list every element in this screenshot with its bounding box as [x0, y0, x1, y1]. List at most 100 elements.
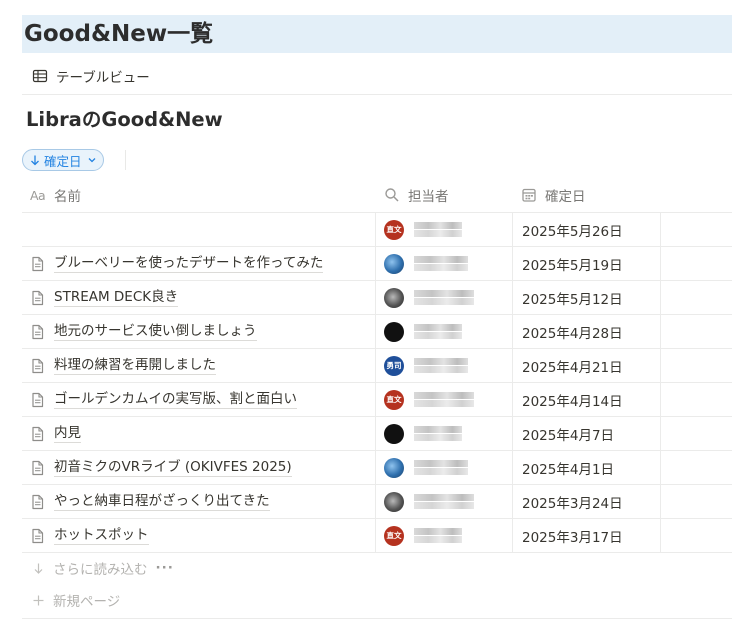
redacted-name [414, 290, 474, 305]
page-icon [32, 358, 44, 373]
assignee-cell[interactable]: 直文 [375, 213, 512, 246]
database-table: Aa 名前 担当者 確定日 直文 2025年5月26日ブルーベリーを使ったデザート… [22, 178, 732, 553]
avatar [384, 457, 404, 478]
date-value: 2025年3月17日 [522, 529, 623, 546]
avatar: 勇司 [384, 355, 404, 376]
name-cell[interactable]: STREAM DECK良き [22, 281, 375, 314]
date-value: 2025年5月26日 [522, 223, 623, 240]
date-value: 2025年3月24日 [522, 495, 623, 512]
page-title-link[interactable]: STREAM DECK良き [54, 289, 179, 307]
date-cell[interactable]: 2025年4月7日 [512, 417, 660, 450]
date-cell[interactable]: 2025年4月28日 [512, 315, 660, 348]
database-title[interactable]: LibraのGood&New [26, 106, 223, 134]
assignee-cell[interactable]: 直文 [375, 383, 512, 416]
avatar-initials: 直文 [386, 395, 402, 404]
assignee-cell[interactable] [375, 315, 512, 348]
empty-cell[interactable] [660, 519, 732, 552]
table-row[interactable]: 地元のサービス使い倒しましょう 2025年4月28日 [22, 315, 732, 349]
page-title-link[interactable]: ゴールデンカムイの実写版、割と面白い [54, 391, 297, 409]
date-cell[interactable]: 2025年4月14日 [512, 383, 660, 416]
calendar-icon [522, 188, 536, 202]
sort-chip[interactable]: 確定日 [22, 149, 104, 171]
view-tabs: テーブルビュー [22, 58, 732, 95]
date-value: 2025年4月14日 [522, 393, 623, 410]
empty-cell[interactable] [660, 451, 732, 484]
page-icon [32, 256, 44, 271]
date-cell[interactable]: 2025年5月26日 [512, 213, 660, 246]
redacted-name [414, 494, 474, 509]
name-cell[interactable]: ブルーベリーを使ったデザートを作ってみた [22, 247, 375, 280]
sort-label: 確定日 [44, 153, 82, 169]
redacted-name [414, 324, 462, 339]
name-cell[interactable]: ゴールデンカムイの実写版、割と面白い [22, 383, 375, 416]
new-page-button[interactable]: 新規ページ [22, 584, 732, 616]
more-options-icon[interactable]: ··· [156, 560, 174, 576]
date-cell[interactable]: 2025年5月12日 [512, 281, 660, 314]
name-cell[interactable]: 内見 [22, 417, 375, 450]
page-icon [32, 324, 44, 339]
empty-cell[interactable] [660, 383, 732, 416]
date-cell[interactable]: 2025年4月21日 [512, 349, 660, 382]
column-header-date[interactable]: 確定日 [512, 178, 660, 212]
view-tab-table[interactable]: テーブルビュー [32, 65, 150, 87]
date-value: 2025年4月21日 [522, 359, 623, 376]
page-title-link[interactable]: 料理の練習を再開しました [54, 357, 216, 375]
date-cell[interactable]: 2025年3月24日 [512, 485, 660, 518]
column-header-assignee[interactable]: 担当者 [375, 178, 512, 212]
table-row[interactable]: ホットスポット 直文 2025年3月17日 [22, 519, 732, 553]
assignee-cell[interactable] [375, 485, 512, 518]
name-cell[interactable]: ホットスポット [22, 519, 375, 552]
load-more-button[interactable]: さらに読み込む ··· [22, 552, 732, 584]
table-row[interactable]: 初音ミクのVRライブ (OKIVFES 2025) 2025年4月1日 [22, 451, 732, 485]
name-cell[interactable]: やっと納車日程がざっくり出てきた [22, 485, 375, 518]
date-cell[interactable]: 2025年5月19日 [512, 247, 660, 280]
table-row[interactable]: ゴールデンカムイの実写版、割と面白い 直文 2025年4月14日 [22, 383, 732, 417]
name-cell[interactable]: 地元のサービス使い倒しましょう [22, 315, 375, 348]
column-header-label: 担当者 [408, 189, 449, 205]
empty-cell[interactable] [660, 247, 732, 280]
name-cell[interactable]: 初音ミクのVRライブ (OKIVFES 2025) [22, 451, 375, 484]
assignee-cell[interactable]: 直文 [375, 519, 512, 552]
avatar: 直文 [384, 389, 404, 410]
empty-cell[interactable] [660, 281, 732, 314]
assignee-cell[interactable]: 勇司 [375, 349, 512, 382]
avatar [384, 287, 404, 308]
avatar-initials: 直文 [386, 531, 402, 540]
assignee-cell[interactable] [375, 281, 512, 314]
table-icon [32, 69, 48, 83]
page-title-link[interactable]: 地元のサービス使い倒しましょう [54, 323, 257, 341]
avatar-initials: 勇司 [386, 361, 402, 370]
table-row[interactable]: やっと納車日程がざっくり出てきた 2025年3月24日 [22, 485, 732, 519]
table-row[interactable]: 料理の練習を再開しました 勇司 2025年4月21日 [22, 349, 732, 383]
name-cell[interactable]: 料理の練習を再開しました [22, 349, 375, 382]
page-icon [32, 426, 44, 441]
table-row[interactable]: 直文 2025年5月26日 [22, 213, 732, 247]
empty-cell[interactable] [660, 213, 732, 246]
assignee-cell[interactable] [375, 247, 512, 280]
empty-cell[interactable] [660, 349, 732, 382]
name-cell[interactable] [22, 213, 375, 246]
avatar-initials: 直文 [386, 225, 402, 234]
page-icon [32, 392, 44, 407]
text-type-icon: Aa [30, 187, 46, 203]
table-row[interactable]: 内見 2025年4月7日 [22, 417, 732, 451]
redacted-name [414, 426, 462, 441]
page-title-link[interactable]: ホットスポット [54, 527, 149, 545]
table-row[interactable]: STREAM DECK良き 2025年5月12日 [22, 281, 732, 315]
page-title-link[interactable]: 内見 [54, 425, 81, 443]
assignee-cell[interactable] [375, 417, 512, 450]
table-row[interactable]: ブルーベリーを使ったデザートを作ってみた 2025年5月19日 [22, 247, 732, 281]
date-cell[interactable]: 2025年4月1日 [512, 451, 660, 484]
date-cell[interactable]: 2025年3月17日 [512, 519, 660, 552]
column-header-name[interactable]: Aa 名前 [22, 178, 375, 212]
divider [22, 618, 732, 619]
empty-cell[interactable] [660, 315, 732, 348]
avatar [384, 423, 404, 444]
empty-cell[interactable] [660, 485, 732, 518]
page-title-link[interactable]: 初音ミクのVRライブ (OKIVFES 2025) [54, 459, 292, 477]
empty-cell[interactable] [660, 417, 732, 450]
column-header-label: 名前 [54, 189, 81, 205]
page-title-link[interactable]: ブルーベリーを使ったデザートを作ってみた [54, 255, 324, 273]
page-title-link[interactable]: やっと納車日程がざっくり出てきた [54, 493, 270, 511]
assignee-cell[interactable] [375, 451, 512, 484]
